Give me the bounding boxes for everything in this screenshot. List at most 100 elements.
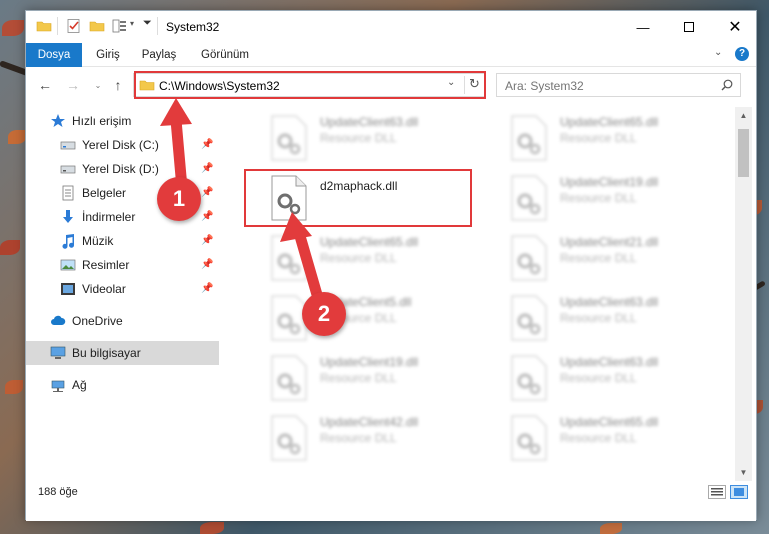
pin-icon[interactable]: 📌 bbox=[201, 163, 213, 175]
sidebar-item-network[interactable]: Ağ bbox=[26, 373, 219, 397]
file-name: UpdateClient19.dll bbox=[560, 175, 659, 189]
drive-icon bbox=[60, 165, 76, 174]
sidebar-item-label: Yerel Disk (C:) bbox=[82, 138, 159, 152]
file-type: Resource DLL bbox=[560, 311, 637, 325]
dll-file-icon bbox=[511, 355, 547, 401]
close-button[interactable]: ✕ bbox=[712, 11, 758, 43]
sidebar-item-label: OneDrive bbox=[72, 314, 123, 328]
file-item[interactable]: UpdateClient65.dll Resource DLL bbox=[506, 409, 736, 469]
details-view-button[interactable] bbox=[708, 485, 726, 499]
vertical-scrollbar[interactable]: ▲ ▼ bbox=[735, 107, 752, 481]
scroll-up-icon[interactable]: ▲ bbox=[735, 107, 752, 124]
dll-file-icon bbox=[271, 415, 307, 461]
file-item[interactable]: UpdateClient63.dll Resource DLL bbox=[506, 349, 736, 409]
folder-icon[interactable] bbox=[36, 18, 52, 34]
maximize-button[interactable] bbox=[666, 11, 712, 43]
file-type: Resource DLL bbox=[560, 131, 637, 145]
sidebar-item-label: Bu bilgisayar bbox=[72, 346, 141, 360]
tab-file[interactable]: Dosya bbox=[26, 43, 82, 67]
arrow-left-icon: ← bbox=[38, 77, 52, 93]
file-item[interactable]: UpdateClient42.dll Resource DLL bbox=[266, 409, 496, 469]
sidebar-item-label: Müzik bbox=[82, 234, 114, 248]
pin-icon[interactable]: 📌 bbox=[201, 211, 213, 223]
sidebar-item-videos[interactable]: Videolar 📌 bbox=[26, 277, 219, 301]
search-input[interactable] bbox=[505, 78, 710, 93]
sidebar-item-label: Hızlı erişim bbox=[72, 114, 132, 128]
file-item[interactable]: UpdateClient5.dll Resource DLL bbox=[266, 289, 496, 349]
quick-access-dropdown-icon[interactable]: ⏷ bbox=[143, 17, 152, 30]
sidebar-item-local-disk-d[interactable]: Yerel Disk (D:) 📌 bbox=[26, 157, 219, 181]
expand-ribbon-icon[interactable]: ⌄ bbox=[714, 47, 722, 58]
dll-file-icon bbox=[271, 115, 307, 161]
details-view-icon bbox=[711, 488, 723, 496]
recent-locations-button[interactable]: ⌄ bbox=[89, 76, 107, 94]
pin-icon[interactable]: 📌 bbox=[201, 187, 213, 199]
forward-button[interactable]: → bbox=[64, 76, 82, 94]
item-count: 188 öğe bbox=[38, 486, 78, 498]
tab-share[interactable]: Paylaş bbox=[134, 43, 184, 67]
up-button[interactable]: ↑ bbox=[109, 76, 127, 94]
customize-toolbar-icon[interactable] bbox=[112, 18, 128, 34]
pin-icon[interactable]: 📌 bbox=[201, 259, 213, 271]
maximize-icon bbox=[684, 22, 694, 32]
file-item[interactable]: UpdateClient63.dll Resource DLL bbox=[506, 289, 736, 349]
file-item[interactable]: UpdateClient19.dll Resource DLL bbox=[506, 169, 736, 229]
file-item[interactable]: UpdateClient63.dll Resource DLL bbox=[266, 109, 496, 169]
scroll-down-icon[interactable]: ▼ bbox=[735, 464, 752, 481]
sidebar-item-onedrive[interactable]: OneDrive bbox=[26, 309, 219, 333]
new-folder-icon[interactable] bbox=[89, 18, 105, 34]
dll-file-icon bbox=[511, 295, 547, 341]
file-name: UpdateClient63.dll bbox=[560, 355, 659, 369]
file-name: UpdateClient65.dll bbox=[320, 235, 419, 249]
pin-icon[interactable]: 📌 bbox=[201, 283, 213, 295]
tab-home[interactable]: Giriş bbox=[86, 43, 130, 67]
sidebar-item-label: Ağ bbox=[72, 378, 87, 392]
cloud-icon bbox=[51, 315, 66, 325]
file-type: Resource DLL bbox=[560, 191, 637, 205]
minimize-icon: — bbox=[636, 19, 650, 35]
file-type: Resource DLL bbox=[560, 431, 637, 445]
dll-file-icon bbox=[511, 235, 547, 281]
sidebar-item-pictures[interactable]: Resimler 📌 bbox=[26, 253, 219, 277]
drive-icon bbox=[60, 141, 76, 150]
large-icons-view-icon bbox=[734, 488, 744, 496]
pin-icon[interactable]: 📌 bbox=[201, 139, 213, 151]
computer-icon bbox=[50, 346, 66, 359]
file-item[interactable]: UpdateClient19.dll Resource DLL bbox=[266, 349, 496, 409]
sidebar-item-label: Belgeler bbox=[82, 186, 127, 200]
pictures-icon bbox=[60, 259, 76, 271]
download-icon bbox=[63, 210, 73, 223]
arrow-right-icon: → bbox=[66, 77, 80, 93]
search-icon[interactable] bbox=[721, 79, 733, 91]
sidebar-item-music[interactable]: Müzik 📌 bbox=[26, 229, 219, 253]
sidebar-item-quick-access[interactable]: Hızlı erişim bbox=[26, 109, 219, 133]
dll-file-icon bbox=[511, 415, 547, 461]
help-icon[interactable]: ? bbox=[735, 47, 749, 61]
large-icons-view-button[interactable] bbox=[730, 485, 748, 499]
sidebar-item-local-disk-c[interactable]: Yerel Disk (C:) 📌 bbox=[26, 133, 219, 157]
file-item[interactable]: UpdateClient65.dll Resource DLL bbox=[506, 109, 736, 169]
scrollbar-thumb[interactable] bbox=[738, 129, 749, 177]
callout-badge-1: 1 bbox=[157, 177, 201, 221]
file-type: Resource DLL bbox=[320, 131, 397, 145]
arrow-up-icon: ↑ bbox=[114, 77, 122, 93]
document-icon bbox=[62, 185, 74, 201]
back-button[interactable]: ← bbox=[36, 76, 54, 94]
navigation-pane: Hızlı erişim Yerel Disk (C:) 📌 Yerel Dis… bbox=[26, 107, 221, 481]
address-highlight-box bbox=[134, 71, 486, 99]
properties-icon[interactable] bbox=[66, 18, 82, 34]
minimize-button[interactable]: — bbox=[620, 11, 666, 43]
sidebar-item-label: İndirmeler bbox=[82, 210, 136, 224]
file-item[interactable]: UpdateClient65.dll Resource DLL bbox=[266, 229, 496, 289]
chevron-down-icon: ⌄ bbox=[94, 80, 102, 90]
pin-icon[interactable]: 📌 bbox=[201, 235, 213, 247]
sidebar-item-this-pc[interactable]: Bu bilgisayar bbox=[26, 341, 219, 365]
dll-file-icon bbox=[271, 355, 307, 401]
file-item[interactable]: UpdateClient21.dll Resource DLL bbox=[506, 229, 736, 289]
chevron-down-icon[interactable]: ▾ bbox=[130, 19, 134, 28]
window-title: System32 bbox=[166, 20, 220, 34]
status-bar: 188 öğe bbox=[26, 481, 756, 521]
file-highlight-box bbox=[244, 169, 472, 227]
search-box[interactable] bbox=[496, 73, 741, 97]
tab-view[interactable]: Görünüm bbox=[192, 43, 258, 67]
